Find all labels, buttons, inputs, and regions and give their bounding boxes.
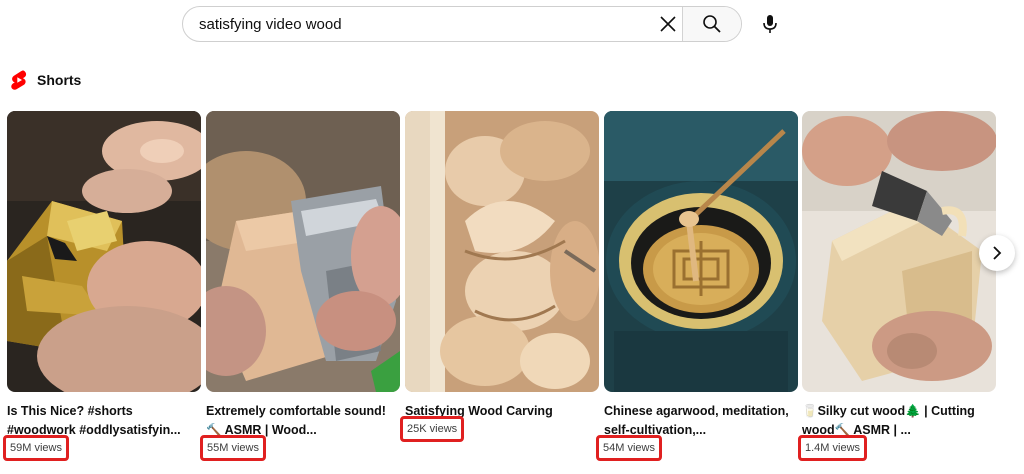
shelf-next-button[interactable] bbox=[979, 235, 1015, 271]
view-count-highlight: 55M views bbox=[200, 435, 266, 461]
short-card[interactable]: Extremely comfortable sound! 🔨 ASMR | Wo… bbox=[206, 111, 400, 440]
short-thumbnail[interactable] bbox=[206, 111, 400, 392]
search-input[interactable] bbox=[183, 7, 659, 41]
short-thumbnail[interactable] bbox=[405, 111, 599, 392]
short-thumbnail[interactable] bbox=[802, 111, 996, 392]
shorts-shelf-header: Shorts bbox=[10, 68, 81, 92]
view-count: 25K views bbox=[407, 423, 458, 435]
short-thumbnail[interactable] bbox=[7, 111, 201, 392]
view-count-highlight: 25K views bbox=[400, 416, 465, 442]
microphone-icon bbox=[763, 15, 777, 33]
close-icon bbox=[660, 16, 676, 32]
search-results-page: Shorts Is This Nice? #shorts #woodwork #… bbox=[0, 0, 1024, 474]
view-count-highlight: 59M views bbox=[3, 435, 69, 461]
search-bar bbox=[182, 6, 742, 42]
search-icon bbox=[703, 15, 721, 33]
short-card[interactable]: Is This Nice? #shorts #woodwork #oddlysa… bbox=[7, 111, 201, 440]
search-button[interactable] bbox=[682, 7, 741, 41]
view-count: 55M views bbox=[207, 442, 259, 454]
view-count-highlight: 54M views bbox=[596, 435, 662, 461]
chevron-right-icon bbox=[993, 246, 1002, 260]
shelf-title: Shorts bbox=[37, 72, 82, 88]
view-count: 1.4M views bbox=[805, 442, 861, 454]
clear-search-button[interactable] bbox=[653, 10, 683, 38]
view-count: 59M views bbox=[10, 442, 62, 454]
view-count: 54M views bbox=[603, 442, 655, 454]
youtube-shorts-logo bbox=[11, 70, 27, 90]
voice-search-button[interactable] bbox=[752, 6, 788, 42]
short-card[interactable]: 🥛Silky cut wood🌲 | Cutting wood🔨 ASMR | … bbox=[802, 111, 996, 440]
short-card[interactable]: Satisfying Wood Carving bbox=[405, 111, 599, 421]
short-thumbnail[interactable] bbox=[604, 111, 798, 392]
view-count-highlight: 1.4M views bbox=[798, 435, 868, 461]
short-card[interactable]: Chinese agarwood, meditation, self-culti… bbox=[604, 111, 798, 440]
